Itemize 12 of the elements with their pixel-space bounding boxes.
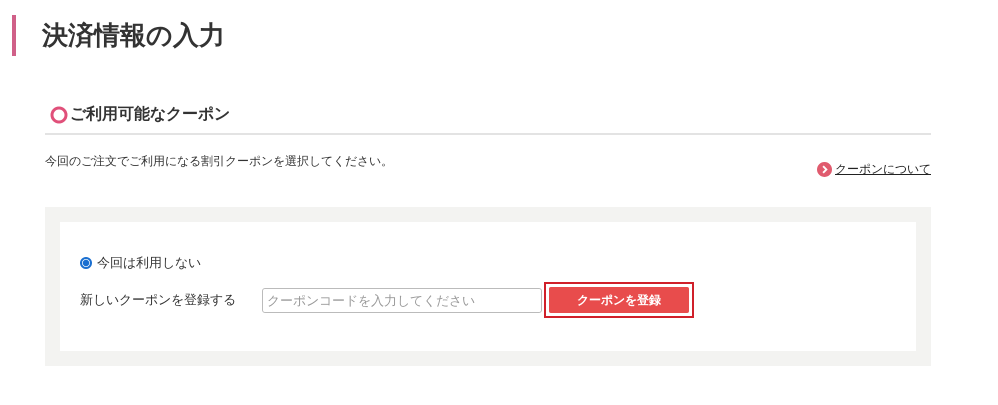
chevron-icon	[817, 162, 832, 177]
register-coupon-button[interactable]: クーポンを登録	[549, 287, 689, 313]
page-title: 決済情報の入力	[42, 22, 225, 48]
title-accent-bar	[12, 15, 16, 56]
radio-option[interactable]: 今回は利用しない	[80, 254, 201, 272]
radio-button[interactable]	[80, 257, 92, 269]
register-label: 新しいクーポンを登録する	[80, 292, 237, 309]
section-description: 今回のご注文でご利用になる割引クーポンを選択してください。	[45, 153, 393, 170]
section-title: ご利用可能なクーポン	[70, 104, 230, 125]
ring-icon	[50, 106, 68, 124]
coupon-info-link[interactable]: クーポンについて	[835, 161, 931, 178]
coupon-code-field[interactable]: クーポンコードを入力してください	[262, 288, 542, 312]
